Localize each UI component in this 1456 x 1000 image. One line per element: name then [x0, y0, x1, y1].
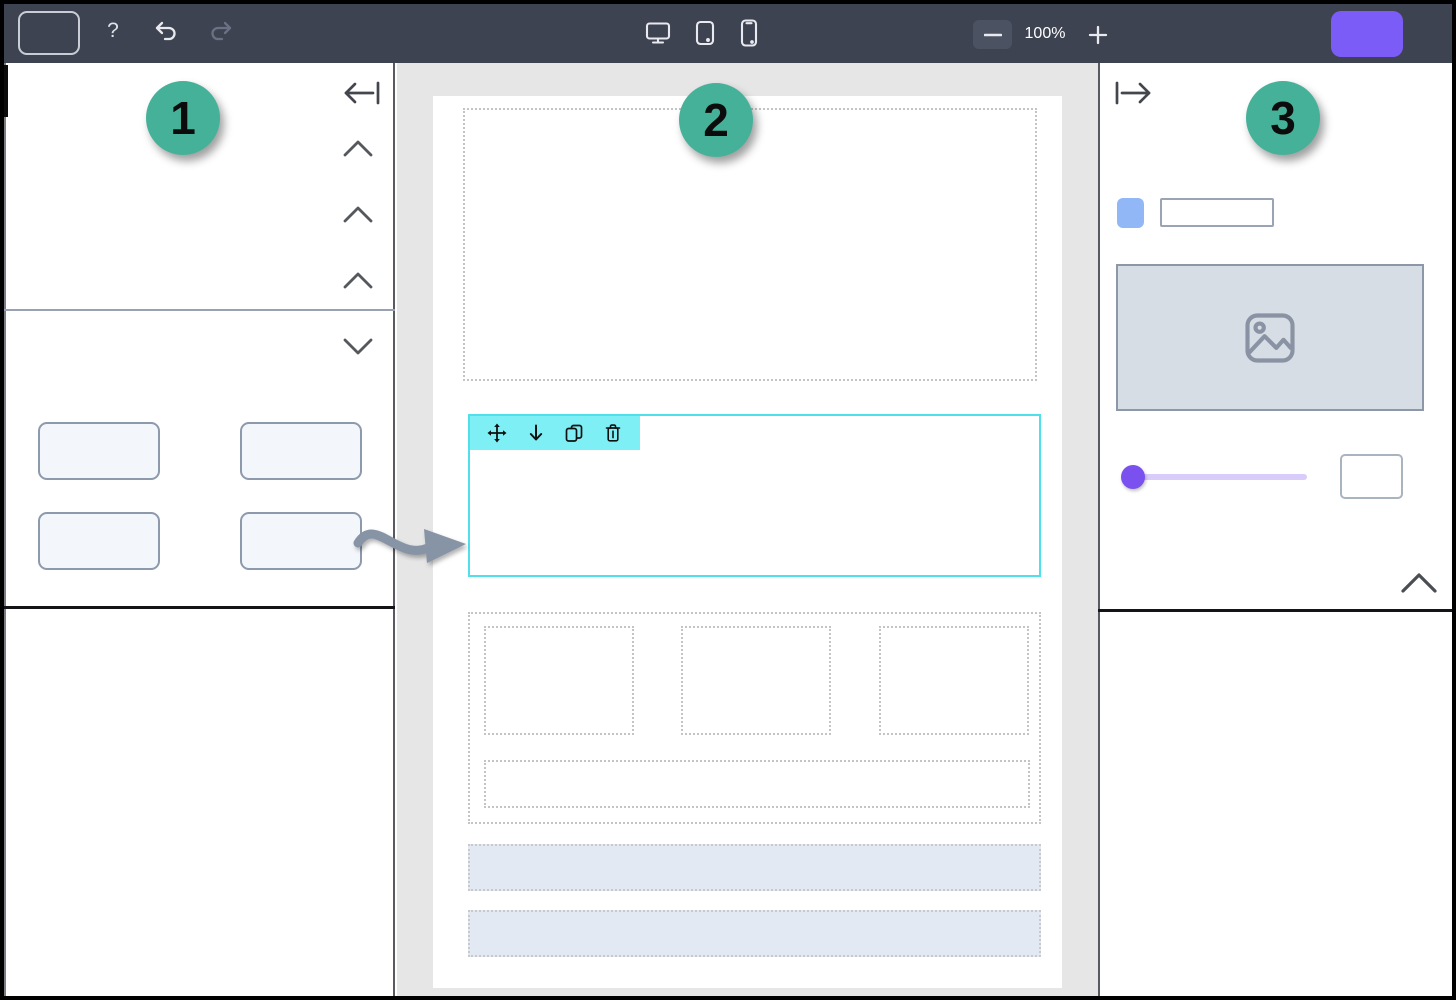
settings-panel	[1098, 63, 1452, 996]
block-thumbnail-4[interactable]	[240, 512, 362, 570]
minus-icon	[984, 33, 1002, 37]
collapse-panel-left-icon	[340, 80, 382, 106]
arrow-down-icon	[528, 423, 544, 443]
panel-section-divider	[1098, 609, 1456, 612]
chevron-up-icon	[341, 136, 375, 160]
column-placeholder-2[interactable]	[681, 626, 831, 735]
drag-arrow	[350, 505, 472, 580]
desktop-icon	[644, 20, 672, 46]
undo-icon	[153, 20, 179, 44]
panel-divider	[4, 309, 395, 311]
redo-icon	[208, 20, 234, 44]
section-expand-button[interactable]	[341, 335, 375, 359]
mobile-preview-button[interactable]	[737, 17, 761, 48]
expand-panel-button[interactable]	[1113, 79, 1155, 107]
undo-button[interactable]	[150, 17, 182, 47]
move-icon	[487, 423, 507, 443]
chevron-down-icon	[341, 335, 375, 359]
mobile-icon	[738, 18, 760, 48]
block-thumbnail-3[interactable]	[38, 512, 160, 570]
content-block-placeholder[interactable]	[463, 108, 1037, 381]
help-button[interactable]: ?	[98, 16, 128, 46]
block-thumbnail-1[interactable]	[38, 422, 160, 480]
column-placeholder-3[interactable]	[879, 626, 1029, 735]
title-box[interactable]	[18, 11, 80, 55]
step-3-badge: 3	[1246, 81, 1320, 155]
duplicate-button[interactable]	[561, 420, 587, 446]
save-button[interactable]	[1331, 11, 1403, 57]
trash-icon	[604, 423, 622, 443]
tablet-icon	[693, 19, 717, 47]
chevron-up-icon	[1399, 570, 1439, 596]
step-3-label: 3	[1270, 91, 1296, 145]
topbar: ?	[0, 0, 1456, 63]
panel-section-divider	[4, 606, 395, 609]
slider-value-input[interactable]	[1340, 454, 1403, 499]
step-2-label: 2	[703, 93, 729, 147]
zoom-out-button[interactable]	[973, 20, 1012, 49]
image-icon	[1243, 311, 1297, 365]
delete-button[interactable]	[600, 420, 626, 446]
zoom-in-button[interactable]	[1083, 20, 1113, 49]
property-text-input[interactable]	[1160, 198, 1274, 227]
desktop-preview-button[interactable]	[643, 19, 673, 47]
section-collapse-button-1[interactable]	[341, 136, 375, 160]
email-builder-app: ?	[0, 0, 1456, 1000]
slider-track[interactable]	[1133, 474, 1307, 480]
move-down-button[interactable]	[523, 420, 549, 446]
section-collapse-button-2[interactable]	[341, 202, 375, 226]
section-collapse-button-3[interactable]	[341, 268, 375, 292]
block-toolbar	[470, 416, 640, 450]
expand-panel-right-icon	[1113, 80, 1155, 106]
move-handle[interactable]	[484, 420, 510, 446]
column-placeholder-1[interactable]	[484, 626, 634, 735]
selected-block[interactable]	[468, 414, 1041, 577]
button-bar-block-1[interactable]	[468, 844, 1041, 891]
scrollbar-thumb[interactable]	[4, 65, 8, 117]
duplicate-icon	[564, 423, 584, 443]
redo-button[interactable]	[205, 17, 237, 47]
step-2-badge: 2	[679, 83, 753, 157]
slider-thumb[interactable]	[1121, 465, 1145, 489]
text-placeholder[interactable]	[484, 760, 1030, 808]
plus-icon	[1088, 25, 1108, 45]
collapse-panel-button[interactable]	[340, 79, 382, 107]
image-upload-placeholder[interactable]	[1116, 264, 1424, 411]
button-bar-block-2[interactable]	[468, 910, 1041, 957]
block-thumbnail-2[interactable]	[240, 422, 362, 480]
collapse-section-button[interactable]	[1399, 570, 1439, 596]
chevron-up-icon	[341, 268, 375, 292]
step-1-label: 1	[170, 91, 196, 145]
color-swatch[interactable]	[1117, 198, 1144, 228]
help-icon: ?	[107, 19, 119, 43]
tablet-preview-button[interactable]	[692, 18, 718, 47]
columns-section-block[interactable]	[468, 612, 1041, 824]
step-1-badge: 1	[146, 81, 220, 155]
chevron-up-icon	[341, 202, 375, 226]
zoom-level: 100%	[1016, 23, 1074, 45]
